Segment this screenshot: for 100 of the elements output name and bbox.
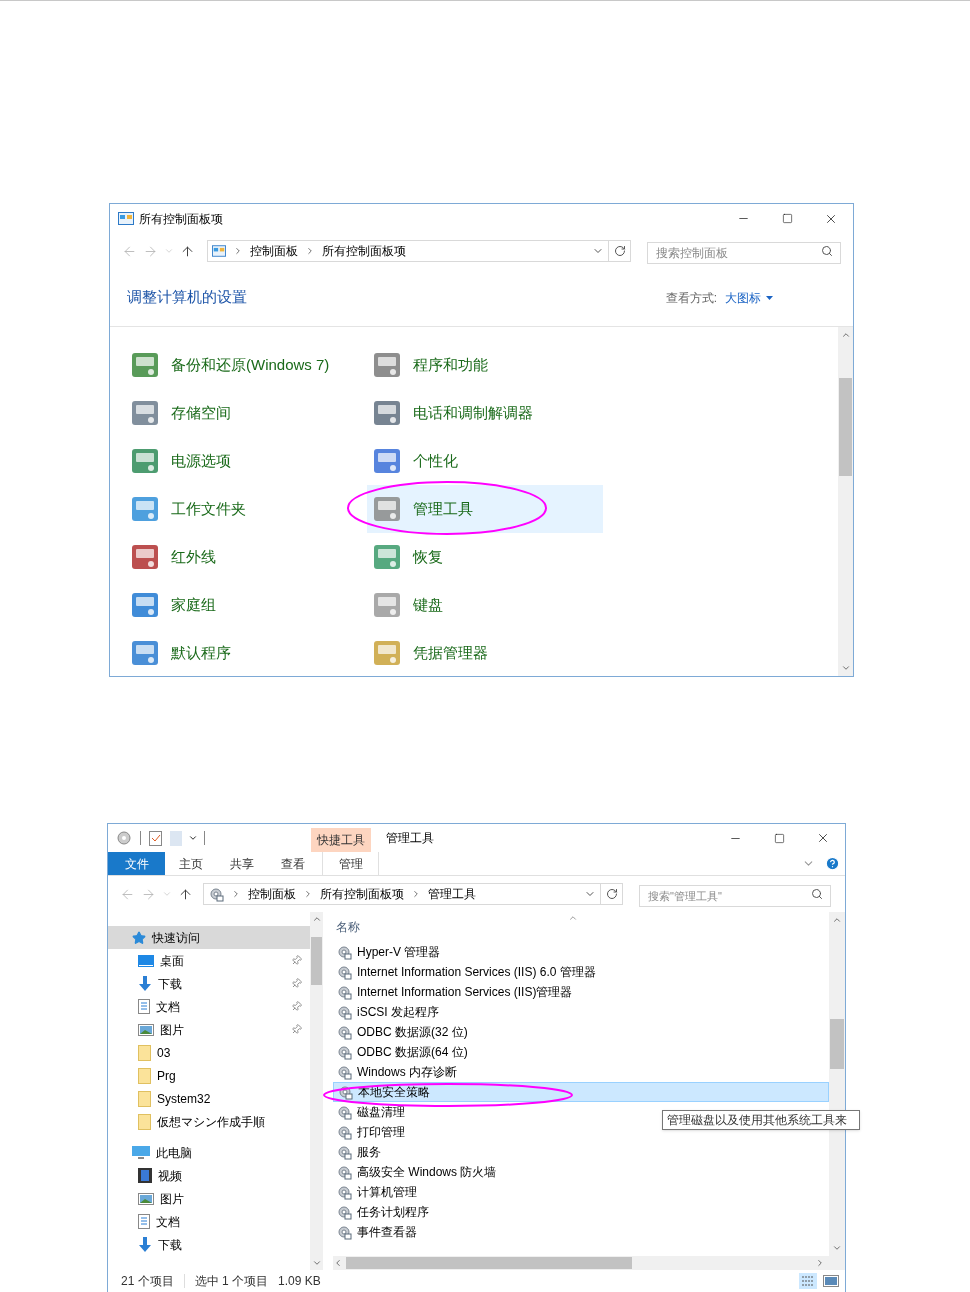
help-icon[interactable] [825,856,840,871]
file-row[interactable]: Internet Information Services (IIS) 6.0 管理器 [333,962,829,982]
file-row[interactable]: 计算机管理 [333,1182,829,1202]
navigation-item[interactable]: 03 [108,1041,310,1064]
back-button[interactable] [120,886,135,902]
file-row[interactable]: 高级安全 Windows 防火墙 [333,1162,829,1182]
document-icon [138,999,150,1014]
file-row[interactable]: ODBC 数据源(64 位) [333,1042,829,1062]
control-panel-item[interactable]: 个性化 [367,437,603,485]
file-row[interactable]: 服务 [333,1142,829,1162]
chevron-icon [305,246,315,256]
breadcrumb-item[interactable]: 管理工具 [428,885,476,903]
forward-button[interactable] [141,886,156,902]
file-row[interactable]: 本地安全策略 [333,1082,829,1102]
scrollbar[interactable] [310,912,323,1270]
navigation-item[interactable]: 图片 [108,1187,310,1210]
navigation-item[interactable]: 下载 [108,972,310,995]
navigation-item[interactable]: 下载 [108,1233,310,1256]
up-button[interactable] [180,243,195,259]
breadcrumb-item[interactable]: 所有控制面板项 [322,242,406,260]
scroll-up-icon[interactable] [311,914,322,924]
navigation-item[interactable]: 文档 [108,1210,310,1233]
breadcrumb-item[interactable]: 控制面板 [248,885,296,903]
control-panel-item[interactable]: 电话和调制解调器 [367,389,603,437]
customize-toolbar-icon[interactable] [188,833,198,843]
ribbon-tab[interactable]: 共享 [216,852,267,875]
horizontal-scrollbar[interactable] [333,1256,845,1270]
checklist-icon[interactable] [149,830,162,846]
navigation-item[interactable]: 仮想マシン作成手順 [108,1110,310,1133]
scroll-left-icon[interactable] [333,1258,343,1268]
gear-icon [336,964,352,980]
refresh-icon[interactable] [605,888,618,900]
control-panel-item[interactable]: 默认程序 [125,629,367,676]
scroll-thumb[interactable] [346,1257,632,1269]
gear-icon [336,1064,352,1080]
navigation-item[interactable]: 桌面 [108,949,310,972]
control-panel-item[interactable]: 电源选项 [125,437,367,485]
file-row[interactable]: 任务计划程序 [333,1202,829,1222]
control-panel-item[interactable]: 恢复 [367,533,603,581]
maximize-icon[interactable] [773,832,785,844]
control-panel-item[interactable]: 凭据管理器 [367,629,603,676]
control-panel-item[interactable]: 备份和还原(Windows 7) [125,341,367,389]
navigation-item[interactable]: 图片 [108,1018,310,1041]
control-panel-item[interactable]: 家庭组 [125,581,367,629]
control-panel-item[interactable]: 程序和功能 [367,341,603,389]
control-panel-item[interactable]: 工作文件夹 [125,485,367,533]
scroll-down-icon[interactable] [840,663,851,673]
column-header[interactable]: 名称 [336,918,360,936]
control-panel-item[interactable]: 存储空间 [125,389,367,437]
maximize-icon[interactable] [781,213,793,224]
search-field[interactable]: 搜索"管理工具" [639,885,831,907]
close-icon[interactable] [816,831,830,845]
address-bar[interactable]: 控制面板 所有控制面板项 [207,240,631,262]
scroll-thumb[interactable] [839,377,852,476]
refresh-icon[interactable] [613,245,626,257]
view-dropdown[interactable]: 大图标 [725,288,773,307]
navigation-item[interactable]: Prg [108,1064,310,1087]
back-button[interactable] [122,243,137,259]
gear-icon [208,886,224,902]
ribbon-tab[interactable]: 文件 [108,852,165,875]
breadcrumb-item[interactable]: 控制面板 [250,242,298,260]
control-panel-item[interactable]: 红外线 [125,533,367,581]
navigation-item[interactable]: 快速访问 [108,926,310,949]
ribbon-tab[interactable]: 管理 [322,852,379,875]
gear-icon [336,1144,352,1160]
large-icons-view-icon[interactable] [823,1275,839,1287]
search-field[interactable]: 搜索控制面板 [647,242,841,264]
address-bar[interactable]: 控制面板 所有控制面板项 管理工具 [203,883,623,905]
download-arrow-icon [138,976,152,991]
scroll-thumb[interactable] [830,1019,844,1069]
file-row[interactable]: ODBC 数据源(32 位) [333,1022,829,1042]
scroll-down-icon[interactable] [311,1258,322,1268]
file-row[interactable]: Internet Information Services (IIS)管理器 [333,982,829,1002]
search-icon [821,245,833,257]
scroll-thumb[interactable] [311,937,322,985]
details-view-icon[interactable] [799,1273,817,1289]
scroll-up-icon[interactable] [840,330,851,340]
file-row[interactable]: iSCSI 发起程序 [333,1002,829,1022]
scrollbar[interactable] [838,327,853,676]
scroll-right-icon[interactable] [815,1258,825,1268]
control-panel-item[interactable]: 管理工具 [367,485,603,533]
up-button[interactable] [178,886,193,902]
breadcrumb-item[interactable]: 所有控制面板项 [320,885,404,903]
ribbon-tab[interactable]: 查看 [267,852,318,875]
control-panel-item[interactable]: 键盘 [367,581,603,629]
navigation-item[interactable]: 视频 [108,1164,310,1187]
file-row[interactable]: 事件查看器 [333,1222,829,1242]
forward-button[interactable] [143,243,158,259]
ribbon-tab[interactable]: 主页 [165,852,216,875]
gear-icon[interactable] [116,830,132,846]
scroll-down-icon[interactable] [832,1243,842,1253]
file-row[interactable]: Hyper-V 管理器 [333,942,829,962]
sort-icon [568,913,578,923]
selection-size: 1.09 KB [278,1273,321,1290]
file-row[interactable]: Windows 内存诊断 [333,1062,829,1082]
navigation-item[interactable]: System32 [108,1087,310,1110]
navigation-item[interactable]: 此电脑 [108,1141,310,1164]
scroll-up-icon[interactable] [832,915,842,925]
gear-icon [336,1104,352,1120]
navigation-item[interactable]: 文档 [108,995,310,1018]
